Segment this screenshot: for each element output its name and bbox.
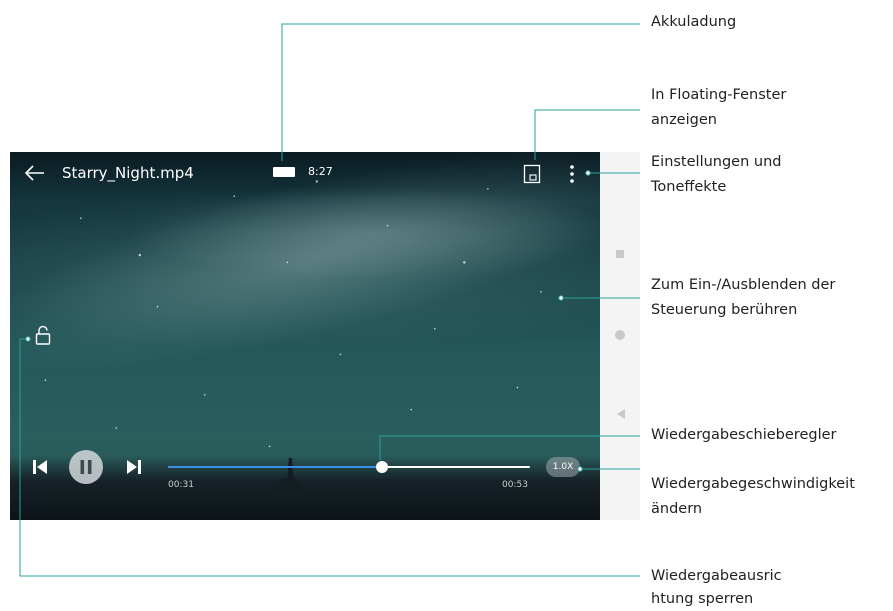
recent-apps-icon[interactable] xyxy=(616,250,624,258)
seek-slider[interactable] xyxy=(168,461,530,473)
callout-lock-line2: htung sperren xyxy=(651,591,754,607)
callout-lock-line1: Wiedergabeausric xyxy=(651,568,782,584)
home-icon[interactable] xyxy=(615,330,625,340)
more-options-icon[interactable] xyxy=(565,162,579,186)
back-arrow-icon[interactable] xyxy=(22,162,48,184)
next-icon[interactable] xyxy=(124,457,144,477)
callout-settings-line2: Toneffekte xyxy=(651,179,727,195)
nav-back-icon[interactable] xyxy=(616,408,626,420)
battery-icon xyxy=(273,167,295,177)
clock: 8:27 xyxy=(308,165,333,178)
callout-speed-line2: ändern xyxy=(651,501,703,517)
total-time: 00:53 xyxy=(502,480,528,490)
callout-settings-line1: Einstellungen und xyxy=(651,154,782,170)
callout-floating-window-line2: anzeigen xyxy=(651,112,717,128)
previous-icon[interactable] xyxy=(30,457,50,477)
navigation-bar xyxy=(600,152,640,520)
callout-floating-window-line1: In Floating-Fenster xyxy=(651,87,787,103)
lock-orientation-icon[interactable] xyxy=(35,325,51,345)
video-title: Starry_Night.mp4 xyxy=(62,164,194,182)
callout-seek-slider: Wiedergabeschieberegler xyxy=(651,427,837,443)
callout-speed-line1: Wiedergabegeschwindigkeit xyxy=(651,476,855,492)
playback-speed-button[interactable]: 1.0X xyxy=(546,457,580,477)
callout-toggle-controls-line2: Steuerung berühren xyxy=(651,302,798,318)
seek-progress xyxy=(168,466,382,468)
video-player-screen[interactable]: Starry_Night.mp4 8:27 00:31 00:53 1.0X xyxy=(10,152,600,520)
callout-toggle-controls-line1: Zum Ein-/Ausblenden der xyxy=(651,277,836,293)
current-time: 00:31 xyxy=(168,480,194,490)
callout-battery: Akkuladung xyxy=(651,14,737,30)
pause-button[interactable] xyxy=(68,449,104,485)
seek-thumb[interactable] xyxy=(375,461,388,473)
floating-window-icon[interactable] xyxy=(523,164,541,184)
